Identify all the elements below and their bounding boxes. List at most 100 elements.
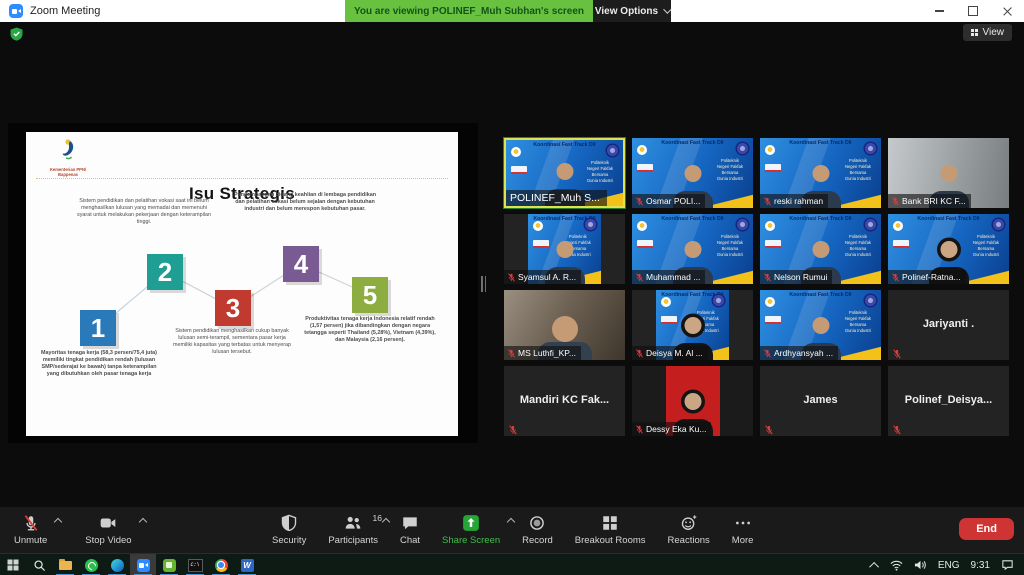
participant-name: Mandiri KC Fak... bbox=[504, 394, 625, 406]
taskbar-command-prompt-icon[interactable]: C:\ bbox=[182, 554, 208, 575]
participant-tile[interactable]: Koordinasi Fast Track DIIPoliteknik Nege… bbox=[760, 290, 881, 360]
participant-tile[interactable]: Mandiri KC Fak... bbox=[504, 366, 625, 436]
participant-tile[interactable]: Koordinasi Fast Track DIIPoliteknik Nege… bbox=[632, 138, 753, 208]
participant-tile[interactable]: Koordinasi Fast Track DIIPoliteknik Nege… bbox=[760, 214, 881, 284]
polytechnic-logo-icon bbox=[737, 143, 748, 154]
hidden-icons-chevron[interactable] bbox=[869, 561, 879, 571]
slide-text-3: Sistem pendidikan menghasilkan cukup ban… bbox=[170, 328, 294, 357]
participant-name-label: MS Luthfi_KP... bbox=[504, 346, 581, 360]
taskbar-file-explorer-icon[interactable] bbox=[52, 554, 78, 575]
speaker-icon[interactable] bbox=[914, 559, 927, 571]
virtual-bg-title: Koordinasi Fast Track DII bbox=[760, 292, 881, 298]
unmute-button[interactable]: Unmute bbox=[14, 514, 47, 546]
chevron-up-icon[interactable] bbox=[54, 518, 62, 526]
participant-name-label: Polinef-Ratna... bbox=[888, 270, 966, 284]
language-indicator[interactable]: ENG bbox=[938, 560, 960, 571]
participant-tile[interactable]: Koordinasi Fast Track DIIPoliteknik Nege… bbox=[632, 214, 753, 284]
meeting-security-shield-icon[interactable] bbox=[10, 27, 23, 41]
taskbar-zoom-icon[interactable] bbox=[130, 554, 156, 575]
stop-video-button[interactable]: Stop Video bbox=[85, 514, 131, 546]
chevron-up-icon[interactable] bbox=[138, 518, 146, 526]
view-options-button[interactable]: View Options bbox=[593, 0, 671, 22]
taskbar-search-button[interactable] bbox=[26, 554, 52, 575]
ministry-logo-icon bbox=[765, 221, 775, 231]
participant-tile[interactable]: Koordinasi Fast Track DIIPoliteknik Nege… bbox=[888, 214, 1009, 284]
slide-box-5: 5 bbox=[352, 277, 388, 313]
record-button[interactable]: Record bbox=[522, 514, 553, 546]
polytechnic-logo-icon bbox=[865, 219, 876, 230]
clock[interactable]: 9:31 bbox=[971, 560, 990, 571]
taskbar-screen-recorder-icon[interactable] bbox=[156, 554, 182, 575]
zoom-meeting-window: Zoom Meeting You are viewing POLINEF_Muh… bbox=[0, 0, 1024, 575]
microphone-muted-icon bbox=[22, 514, 40, 532]
taskbar-edge-icon[interactable] bbox=[104, 554, 130, 575]
view-layout-button[interactable]: View bbox=[963, 24, 1013, 41]
record-icon bbox=[528, 514, 546, 532]
more-button[interactable]: More bbox=[732, 514, 754, 546]
muted-microphone-icon bbox=[763, 273, 772, 282]
virtual-bg-title: Koordinasi Fast Track DII bbox=[632, 216, 753, 222]
ministry-logo-icon bbox=[637, 145, 647, 155]
participant-tile[interactable]: Polinef_Deisya... bbox=[888, 366, 1009, 436]
ministry-logo-icon bbox=[511, 147, 521, 157]
windows-logo-icon bbox=[7, 559, 19, 571]
muted-microphone-icon bbox=[892, 349, 902, 359]
taskbar-whatsapp-icon[interactable] bbox=[78, 554, 104, 575]
taskbar-chrome-icon[interactable] bbox=[208, 554, 234, 575]
minimize-button[interactable] bbox=[922, 0, 956, 22]
participant-tile[interactable]: Koordinasi Fast Track DIIPoliteknik Nege… bbox=[760, 138, 881, 208]
sponsor-logo-icon bbox=[893, 240, 909, 248]
virtual-bg-title: Koordinasi Fast Track DII bbox=[632, 140, 753, 146]
slide-box-1: 1 bbox=[80, 310, 116, 346]
participant-name-label: Muhammad ... bbox=[632, 270, 705, 284]
chat-button[interactable]: Chat bbox=[400, 514, 420, 546]
participant-name-label: Ardhyansyah ... bbox=[760, 346, 838, 360]
action-center-icon[interactable] bbox=[1001, 559, 1014, 571]
participant-name: Jariyanti . bbox=[888, 318, 1009, 330]
reactions-button[interactable]: Reactions bbox=[668, 514, 710, 546]
muted-microphone-icon bbox=[891, 273, 900, 282]
breakout-rooms-button[interactable]: Breakout Rooms bbox=[575, 514, 646, 546]
participant-name-label: POLINEF_Muh S... bbox=[506, 190, 607, 206]
more-ellipsis-icon bbox=[734, 514, 752, 532]
participant-name-label: Bank BRI KC F... bbox=[888, 194, 971, 208]
slide-box-4: 4 bbox=[283, 246, 319, 282]
participant-tile[interactable]: MS Luthfi_KP... bbox=[504, 290, 625, 360]
participant-name-label: Dessy Eka Ku... bbox=[632, 422, 711, 436]
chevron-up-icon[interactable] bbox=[507, 518, 515, 526]
muted-microphone-icon bbox=[635, 197, 644, 206]
participant-tile[interactable]: Jariyanti . bbox=[888, 290, 1009, 360]
viewing-screen-banner: You are viewing POLINEF_Muh Subhan's scr… bbox=[345, 0, 593, 22]
end-meeting-button[interactable]: End bbox=[959, 518, 1014, 540]
muted-microphone-icon bbox=[764, 425, 774, 435]
participant-tile[interactable]: Koordinasi Fast Track DIIPoliteknik Nege… bbox=[504, 138, 625, 208]
security-button[interactable]: Security bbox=[272, 514, 306, 546]
grid-view-icon bbox=[971, 29, 978, 36]
polytechnic-logo-icon bbox=[607, 145, 618, 156]
slide-text-4: Pengembangan bidang keahlian di lembaga … bbox=[233, 192, 377, 213]
participant-tile[interactable]: Bank BRI KC F... bbox=[888, 138, 1009, 208]
polytechnic-logo-icon bbox=[713, 295, 724, 306]
breakout-rooms-icon bbox=[601, 514, 619, 532]
sponsor-logo-icon bbox=[511, 166, 527, 174]
chat-bubble-icon bbox=[401, 514, 419, 532]
shared-screen: Kementerian PPN/ Bappenas Isu Strategis … bbox=[8, 123, 478, 443]
window-controls bbox=[922, 0, 1024, 22]
participant-tile[interactable]: James bbox=[760, 366, 881, 436]
muted-microphone-icon bbox=[891, 197, 900, 206]
close-button[interactable] bbox=[990, 0, 1024, 22]
share-screen-button[interactable]: Share Screen bbox=[442, 514, 500, 546]
participants-button[interactable]: Participants 16 bbox=[328, 514, 378, 546]
wifi-icon[interactable] bbox=[890, 559, 903, 571]
participant-tile[interactable]: Koordinasi Fast Track DIIPoliteknik Nege… bbox=[632, 290, 753, 360]
chevron-up-icon[interactable] bbox=[382, 518, 390, 526]
participant-tile[interactable]: Koordinasi Fast Track DIIPoliteknik Nege… bbox=[504, 214, 625, 284]
taskbar-word-icon[interactable]: W bbox=[234, 554, 260, 575]
chevron-down-icon bbox=[663, 5, 671, 13]
start-button[interactable] bbox=[0, 554, 26, 575]
zoom-app-icon bbox=[9, 4, 23, 18]
window-title: Zoom Meeting bbox=[30, 5, 100, 17]
gallery-resize-handle[interactable] bbox=[481, 276, 489, 292]
maximize-button[interactable] bbox=[956, 0, 990, 22]
participant-tile[interactable]: Dessy Eka Ku... bbox=[632, 366, 753, 436]
